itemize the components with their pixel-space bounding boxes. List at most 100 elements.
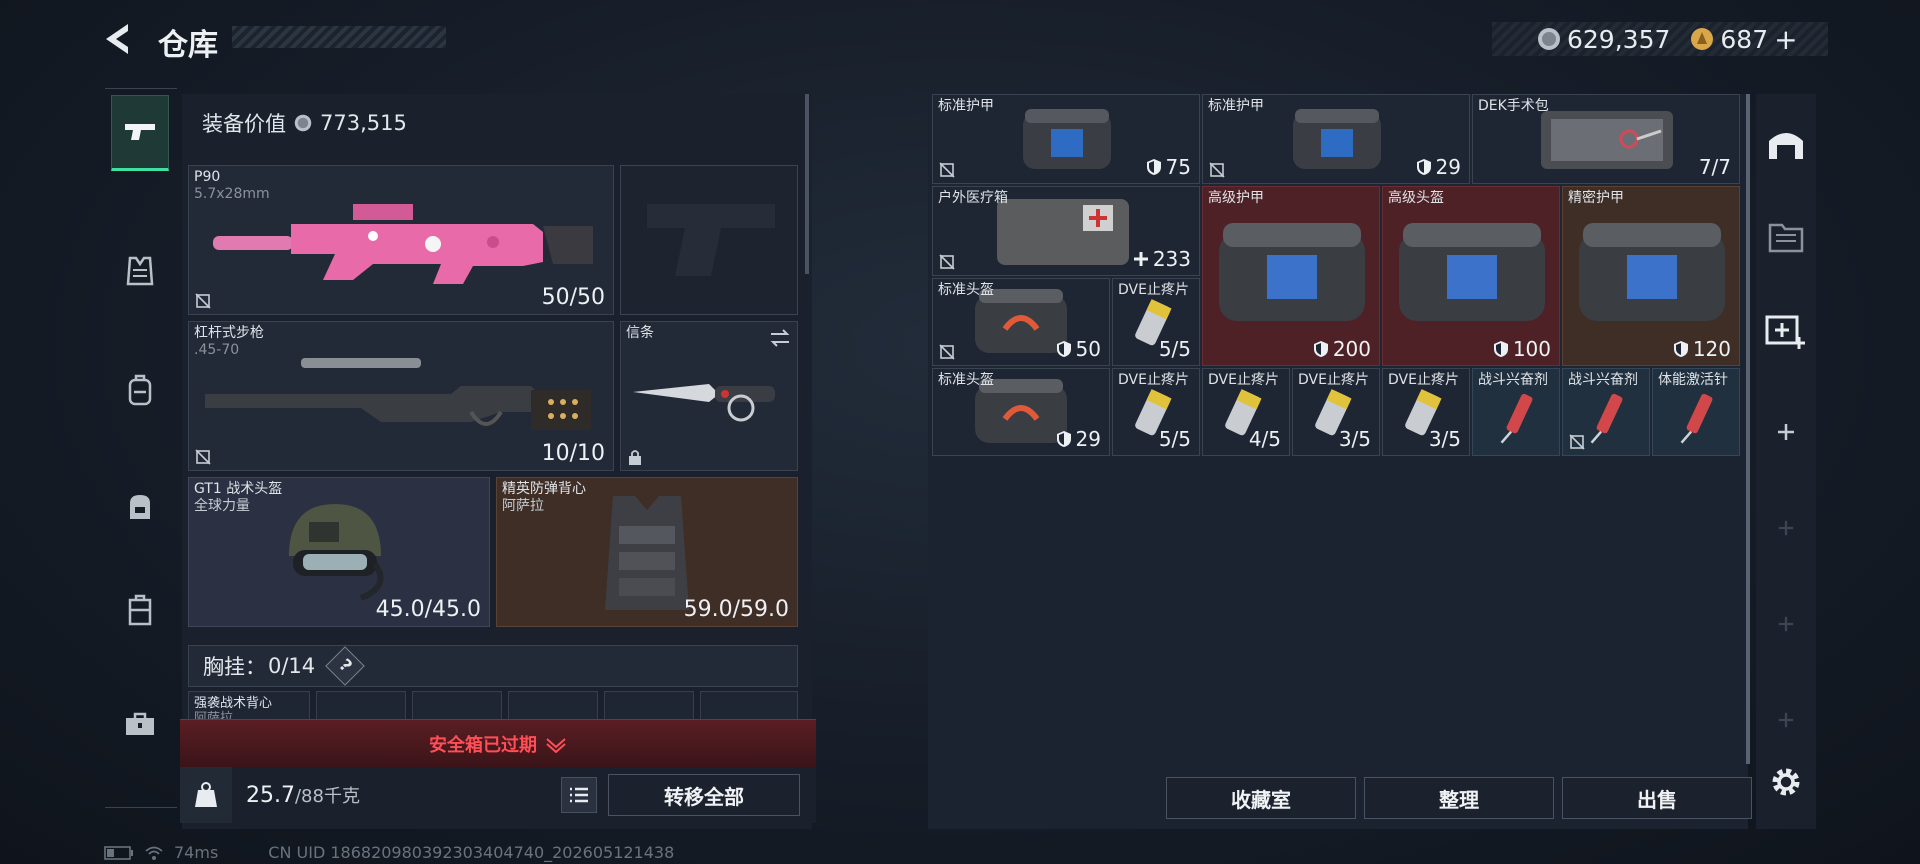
list-view-button[interactable] [561, 777, 597, 813]
item-count: 50 [1075, 337, 1101, 361]
item-count: 29 [1435, 155, 1461, 179]
stash-grid: 标准护甲 75 标准护甲 29 DEK手术包 7/7 户外医疗箱 233 高级护甲 200 高级头盔… [932, 94, 1740, 456]
nav-storage-2[interactable] [1756, 206, 1816, 266]
item-name: 户外医疗箱 [938, 190, 1008, 206]
equip-value-amount: 773,515 [320, 111, 407, 135]
item-count-wrap: 100 [1493, 337, 1551, 361]
shield-icon [1673, 341, 1688, 357]
add-tab-button-disabled [1756, 498, 1816, 558]
stash-item[interactable]: 标准护甲 29 [1202, 94, 1470, 184]
stash-item[interactable]: 高级护甲 200 [1202, 186, 1380, 366]
safebox-expired-text: 安全箱已过期 [429, 734, 537, 756]
armor-slot[interactable]: 精英防弹背心 阿萨拉 59.0/59.0 [496, 477, 798, 627]
stash-item[interactable]: DEK手术包 7/7 [1472, 94, 1740, 184]
item-count: 5/5 [1158, 337, 1191, 361]
stash-item[interactable]: 精密护甲 120 [1562, 186, 1740, 366]
item-count: 233 [1152, 247, 1191, 271]
stash-scrollbar[interactable] [1746, 94, 1750, 764]
stash-item[interactable]: 标准头盔 50 [932, 278, 1110, 366]
stash-item[interactable]: 标准头盔 29 [932, 368, 1110, 456]
stash-item[interactable]: DVE止疼片 5/5 [1112, 278, 1200, 366]
nav-weapons[interactable] [111, 95, 169, 171]
stash-item[interactable]: 战斗兴奋剂 [1562, 368, 1650, 456]
nav-backpack[interactable] [105, 355, 175, 425]
add-currency-button[interactable]: + [1774, 23, 1797, 56]
stash-item[interactable]: DVE止疼片 3/5 [1292, 368, 1380, 456]
sidearm-slot[interactable] [620, 165, 798, 315]
item-name: 标准护甲 [1208, 98, 1264, 114]
weapon-ammo-count: 10/10 [541, 441, 605, 466]
weight-icon-box [180, 767, 232, 823]
no-bind-icon [1209, 162, 1225, 178]
wifi-icon [145, 846, 163, 860]
nav-storage-main[interactable] [1756, 114, 1816, 174]
item-count: 75 [1165, 155, 1191, 179]
stash-item[interactable]: DVE止疼片 4/5 [1202, 368, 1290, 456]
help-icon[interactable]: ? [325, 646, 365, 686]
organize-button[interactable]: 整理 [1364, 777, 1554, 819]
title-stripes [232, 26, 446, 48]
transfer-all-button[interactable]: 转移全部 [608, 774, 800, 816]
item-count-wrap: 5/5 [1159, 337, 1191, 361]
medical-box-image [997, 199, 1129, 265]
chest-rig-header: 胸挂： 0/14 ? [188, 645, 798, 687]
silver-coin-icon [294, 114, 312, 132]
back-button[interactable] [100, 20, 140, 58]
item-name: 战斗兴奋剂 [1478, 372, 1548, 388]
shield-icon [1146, 159, 1161, 175]
swap-icon[interactable] [769, 328, 791, 348]
collection-button[interactable]: 收藏室 [1166, 777, 1356, 819]
nav-medkit[interactable] [1756, 300, 1816, 360]
nav-case[interactable] [105, 575, 175, 645]
nav-bag[interactable] [105, 471, 175, 541]
case-icon [128, 594, 152, 626]
panel-scrollbar[interactable] [805, 94, 809, 274]
no-bind-icon [195, 293, 211, 309]
stash-item[interactable]: 体能激活针 [1652, 368, 1740, 456]
pistol-icon [125, 124, 155, 140]
syringe-image [1590, 393, 1623, 444]
helmet-image [289, 504, 384, 601]
safebox-expired-banner[interactable]: 安全箱已过期 [180, 719, 816, 767]
plus-icon [1778, 424, 1794, 440]
stash-item[interactable]: DVE止疼片 3/5 [1382, 368, 1470, 456]
stash-panel: 标准护甲 75 标准护甲 29 DEK手术包 7/7 户外医疗箱 233 高级护甲 200 高级头盔… [928, 94, 1752, 829]
weapon-ammo-count: 50/50 [541, 285, 605, 310]
weapon-slot-primary[interactable]: P90 5.7x28mm 50/50 [188, 165, 614, 315]
item-count-wrap: 4/5 [1249, 427, 1281, 451]
nav-toolbox[interactable] [105, 689, 175, 759]
nav-chest-rig[interactable] [105, 236, 175, 306]
gold-amount: 687 [1720, 24, 1769, 54]
item-count-wrap: 50 [1056, 337, 1101, 361]
item-count-wrap: 3/5 [1429, 427, 1461, 451]
vest-icon [126, 256, 154, 286]
armor-image [1219, 223, 1365, 321]
stash-item[interactable]: 战斗兴奋剂 [1472, 368, 1560, 456]
item-name: DVE止疼片 [1298, 372, 1369, 388]
stash-item[interactable]: DVE止疼片 5/5 [1112, 368, 1200, 456]
melee-slot[interactable]: 信条 [620, 321, 798, 471]
armor-brand: 阿萨拉 [502, 498, 544, 514]
equip-value: 装备价值 773,515 [202, 108, 407, 138]
sell-button[interactable]: 出售 [1562, 777, 1752, 819]
item-name: DVE止疼片 [1388, 372, 1459, 388]
bottom-bar: 25.7 /88千克 转移全部 [180, 767, 816, 823]
weapon-slot-secondary[interactable]: 杠杆式步枪 .45-70 10/10 [188, 321, 614, 471]
helmet-slot[interactable]: GT1 战术头盔 全球力量 45.0/45.0 [188, 477, 490, 627]
shield-icon [1313, 341, 1328, 357]
stash-item[interactable]: 标准护甲 75 [932, 94, 1200, 184]
plus-icon [1778, 520, 1794, 536]
settings-button[interactable] [1756, 752, 1816, 812]
right-nav [1756, 94, 1816, 829]
left-nav [105, 88, 177, 808]
stash-item[interactable]: 户外医疗箱 233 [932, 186, 1200, 276]
add-tab-button-disabled [1756, 594, 1816, 654]
chevron-down-icon [546, 737, 566, 753]
item-name: DVE止疼片 [1118, 372, 1189, 388]
item-name: 高级护甲 [1208, 190, 1264, 206]
armor-image [1399, 223, 1545, 321]
backpack-icon [128, 374, 152, 406]
bag-icon [130, 495, 150, 519]
add-tab-button[interactable] [1756, 402, 1816, 462]
stash-item[interactable]: 高级头盔 100 [1382, 186, 1560, 366]
